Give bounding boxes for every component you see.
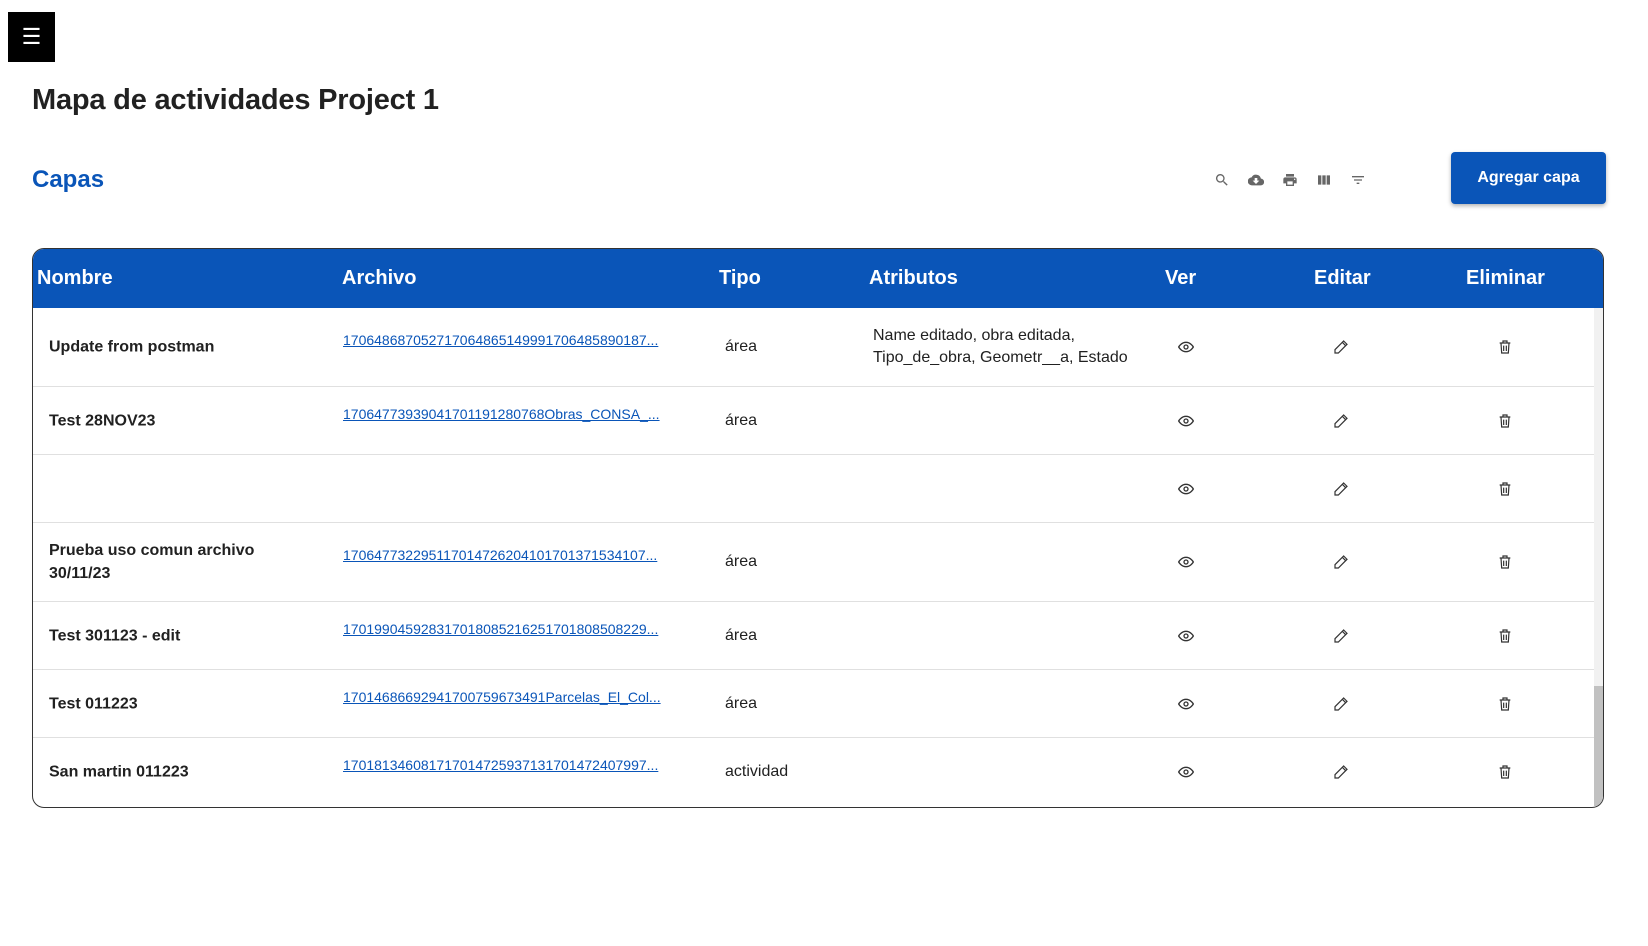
row-name: Test 301123 - edit (49, 627, 181, 644)
columns-icon[interactable] (1316, 172, 1332, 188)
row-file-link[interactable]: 17064773229511701472620410170137153410​7… (343, 547, 693, 563)
column-header-archivo[interactable]: Archivo (342, 267, 416, 290)
trash-icon[interactable] (1496, 480, 1514, 498)
row-file-link[interactable]: 17018134608171701472593713170147240799​7… (343, 757, 693, 773)
pencil-icon[interactable] (1332, 695, 1350, 713)
trash-icon[interactable] (1496, 553, 1514, 571)
pencil-icon[interactable] (1332, 763, 1350, 781)
eye-icon[interactable] (1177, 627, 1195, 645)
table-toolbar (1214, 172, 1366, 188)
table-row: Test 011223 17014686692941700759673491Pa… (33, 670, 1596, 738)
row-type: área (725, 694, 758, 712)
row-name: Update from postman (49, 338, 215, 356)
eye-icon[interactable] (1177, 695, 1195, 713)
trash-icon[interactable] (1496, 338, 1514, 356)
cloud-download-icon[interactable] (1248, 172, 1264, 188)
row-file-link[interactable]: 17064868705271706486514999170648589018​7… (343, 332, 693, 348)
table-body: Update from postman 17064868705271706486… (33, 308, 1603, 806)
table-header: Nombre Archivo Tipo Atributos Ver Editar… (33, 249, 1603, 308)
eye-icon[interactable] (1177, 553, 1195, 571)
column-header-nombre[interactable]: Nombre (37, 267, 113, 290)
eye-icon[interactable] (1177, 338, 1195, 356)
row-attributes: Name editado, obra editada, Tipo_de_obra… (873, 327, 1128, 366)
table-row: San martin 011223 1701813460817170147259… (33, 738, 1596, 806)
row-file-link[interactable]: 17019904592831701808521625170180850822​9… (343, 621, 693, 637)
table-scrollbar[interactable] (1594, 308, 1603, 807)
column-header-tipo[interactable]: Tipo (719, 267, 761, 290)
add-layer-button[interactable]: Agregar capa (1451, 152, 1606, 204)
table-row: Update from postman 17064868705271706486… (33, 308, 1596, 387)
row-type: área (725, 338, 758, 355)
table-row: Prueba uso comun archivo 30/11/23 170647… (33, 523, 1596, 602)
scrollbar-thumb[interactable] (1594, 686, 1603, 806)
search-icon[interactable] (1214, 172, 1230, 188)
menu-button[interactable]: ☰ (8, 12, 55, 62)
pencil-icon[interactable] (1332, 553, 1350, 571)
column-header-ver: Ver (1165, 267, 1197, 289)
table-row: Test 301123 - edit 170199045928317018085… (33, 602, 1596, 670)
section-title: Capas (32, 166, 105, 193)
eye-icon[interactable] (1177, 480, 1195, 498)
row-file-link[interactable]: 17014686692941700759673491Parcelas_El_Co… (343, 689, 693, 705)
row-name: Test 011223 (49, 695, 138, 712)
eye-icon[interactable] (1177, 763, 1195, 781)
trash-icon[interactable] (1496, 763, 1514, 781)
table-row: Test 28NOV23 1706477393904170119128076​8… (33, 387, 1596, 455)
eye-icon[interactable] (1177, 412, 1195, 430)
row-type: área (725, 553, 758, 570)
column-header-atributos[interactable]: Atributos (869, 267, 958, 290)
row-type: actividad (725, 763, 789, 780)
trash-icon[interactable] (1496, 412, 1514, 430)
column-header-editar: Editar (1314, 267, 1371, 289)
trash-icon[interactable] (1496, 627, 1514, 645)
table-row (33, 455, 1596, 523)
row-name: San martin 011223 (49, 763, 189, 781)
pencil-icon[interactable] (1332, 627, 1350, 645)
pencil-icon[interactable] (1332, 338, 1350, 356)
row-name: Test 28NOV23 (49, 412, 156, 429)
pencil-icon[interactable] (1332, 412, 1350, 430)
trash-icon[interactable] (1496, 695, 1514, 713)
pencil-icon[interactable] (1332, 480, 1350, 498)
hamburger-icon: ☰ (21, 24, 42, 49)
filter-icon[interactable] (1350, 172, 1366, 188)
row-file-link[interactable]: 1706477393904170119128076​8Obras_CONSA_.… (343, 406, 693, 422)
print-icon[interactable] (1282, 172, 1298, 188)
row-type: área (725, 626, 758, 644)
layers-table: Nombre Archivo Tipo Atributos Ver Editar… (32, 248, 1604, 808)
row-name: Prueba uso comun archivo 30/11/23 (49, 542, 255, 582)
page-title: Mapa de actividades Project 1 (32, 84, 439, 116)
row-type: área (725, 411, 758, 429)
column-header-eliminar: Eliminar (1466, 267, 1545, 289)
